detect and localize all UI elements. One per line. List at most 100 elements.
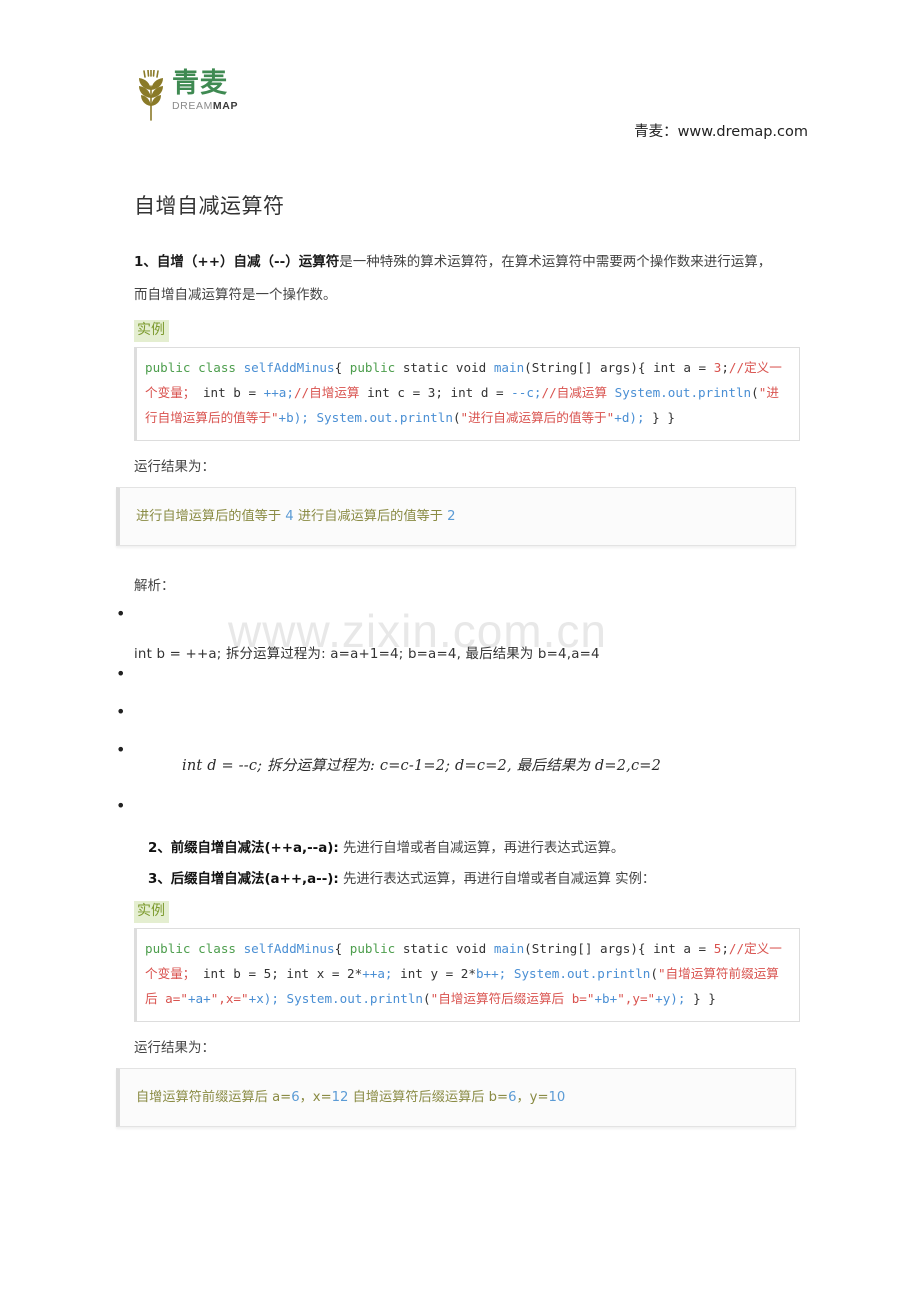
logo-en-light: DREAM bbox=[172, 100, 213, 113]
code-token: ",y=" bbox=[617, 991, 656, 1007]
section-2-rest: 先进行自增或者自减运算，再进行表达式运算。 bbox=[338, 840, 625, 856]
section-3-paragraph: 3、后缀自增自减法(a++,a--): 先进行表达式运算，再进行自增或者自减运算… bbox=[134, 865, 800, 896]
brand-logo: 青麦 DREAMMAP bbox=[134, 68, 238, 122]
code-token: public bbox=[145, 359, 199, 375]
result2-num2: 12 bbox=[331, 1090, 349, 1106]
result2-seg2: ，x= bbox=[299, 1090, 332, 1106]
code-token: +b+ bbox=[594, 991, 618, 1007]
code-token: void bbox=[455, 941, 494, 957]
intro-paragraph: 1、自增（++）自减（--）运算符是一种特殊的算术运算符，在算术运算符中需要两个… bbox=[134, 248, 800, 277]
code-token: --c; bbox=[511, 384, 542, 400]
code-token: ( bbox=[452, 409, 461, 425]
code-token: "自增运算符后缀运算后 b=" bbox=[430, 991, 595, 1007]
code-token: ++a; bbox=[263, 384, 294, 400]
result-box-1: 进行自增运算后的值等于 4 进行自减运算后的值等于 2 bbox=[116, 486, 796, 546]
code-token: } } bbox=[652, 409, 675, 425]
code-token: public bbox=[145, 941, 199, 957]
code-token: +b); bbox=[278, 409, 317, 425]
code-token: public bbox=[349, 359, 403, 375]
logo-english-text: DREAMMAP bbox=[172, 101, 238, 112]
code-token: main bbox=[493, 359, 525, 375]
code-token: System.out.println bbox=[513, 966, 651, 982]
code-token: void bbox=[455, 359, 494, 375]
code-token: class bbox=[198, 359, 244, 375]
logo-chinese-text: 青麦 bbox=[172, 68, 228, 99]
code-token: +x); bbox=[248, 991, 287, 1007]
result1-num2: 2 bbox=[447, 508, 456, 524]
example-tag-wrap-1: 实例 bbox=[134, 314, 800, 347]
code-token: selfAddMinus bbox=[243, 359, 335, 375]
wheat-icon bbox=[139, 70, 163, 121]
result2-seg3: 自增运算符后缀运算后 b= bbox=[348, 1090, 509, 1106]
code-token: //自增运算 bbox=[293, 384, 360, 400]
result2-num4: 10 bbox=[548, 1090, 566, 1106]
analysis-label: 解析： bbox=[134, 577, 175, 594]
section-3-rest: 先进行表达式运算，再进行自增或者自减运算 实例： bbox=[338, 871, 656, 887]
intro-rest-text: 是一种特殊的算术运算符，在算术运算符中需要两个操作数来进行运算， bbox=[339, 254, 772, 270]
code-token: int b = bbox=[195, 384, 264, 400]
section-2-paragraph: 2、前缀自增自减法(++a,--a): 先进行自增或者自减运算，再进行表达式运算… bbox=[134, 834, 800, 865]
code-token: { bbox=[334, 941, 350, 957]
code-token: "进行自减运算后的值等于" bbox=[460, 409, 615, 425]
document-body: 自增自减运算符 1、自增（++）自减（--）运算符是一种特殊的算术运算符，在算术… bbox=[0, 190, 920, 1128]
code-token: +y); bbox=[655, 991, 694, 1007]
code-token: main bbox=[493, 941, 525, 957]
code-token: ",x=" bbox=[210, 991, 249, 1007]
code-token: (String[] args){ int a = bbox=[524, 941, 714, 957]
result2-num1: 6 bbox=[291, 1090, 300, 1106]
result-box-2: 自增运算符前缀运算后 a=6，x=12 自增运算符后缀运算后 b=6，y=10 bbox=[116, 1068, 796, 1128]
code-token: ; bbox=[721, 941, 729, 957]
code-token: static bbox=[402, 941, 456, 957]
code-token: public bbox=[349, 941, 403, 957]
page-title: 自增自减运算符 bbox=[134, 194, 285, 218]
analysis-bullet-1: int b = ++a; 拆分运算过程为: a=a+1=4; b=a=4, 最后… bbox=[134, 646, 600, 662]
code-token: +a+ bbox=[187, 991, 211, 1007]
result2-seg1: 自增运算符前缀运算后 a= bbox=[136, 1090, 292, 1106]
code-token: ( bbox=[423, 991, 431, 1007]
analysis-bullet-list: int b = ++a; 拆分运算过程为: a=a+1=4; b=a=4, 最后… bbox=[116, 604, 800, 834]
result1-num1: 4 bbox=[285, 508, 294, 524]
result1-seg1: 进行自增运算后的值等于 bbox=[136, 508, 286, 524]
result2-seg4: ，y= bbox=[516, 1090, 549, 1106]
code-token: //自减运算 bbox=[541, 384, 608, 400]
logo-en-bold: MAP bbox=[212, 100, 239, 113]
list-item bbox=[116, 796, 800, 834]
code-token: System.out.println bbox=[286, 991, 424, 1007]
intro-bold-lead: 1、自增（++）自减（--）运算符 bbox=[134, 254, 340, 270]
code-token: selfAddMinus bbox=[243, 941, 335, 957]
analysis-bullet-2: int d = --c; 拆分运算过程为: c=c-1=2; d=c=2, 最后… bbox=[182, 757, 662, 774]
list-item bbox=[116, 702, 800, 740]
site-url-label[interactable]: 青麦：www.dremap.com bbox=[634, 120, 808, 141]
code-block-1[interactable]: public class selfAddMinus{ public static… bbox=[134, 346, 800, 441]
document-page: 青麦 DREAMMAP 青麦：www.dremap.com www.zixin.… bbox=[0, 0, 920, 1302]
code-token: ++a; bbox=[362, 966, 393, 982]
list-item: int b = ++a; 拆分运算过程为: a=a+1=4; b=a=4, 最后… bbox=[116, 604, 800, 664]
code-token: ( bbox=[650, 966, 658, 982]
code-token: b++; bbox=[475, 966, 507, 982]
code-token: int c = 3; int d = bbox=[359, 384, 512, 400]
code-token: ; bbox=[721, 359, 729, 375]
code-token: { bbox=[334, 359, 350, 375]
intro-paragraph-line2: 而自增自减运算符是一个操作数。 bbox=[134, 287, 337, 304]
example-tag-wrap-2: 实例 bbox=[134, 895, 800, 928]
code-token: static bbox=[402, 359, 456, 375]
page-header: 青麦 DREAMMAP 青麦：www.dremap.com bbox=[0, 0, 920, 150]
code-token: (String[] args){ int a = bbox=[524, 359, 714, 375]
section-3-bold: 3、后缀自增自减法(a++,a--): bbox=[148, 871, 339, 887]
list-item: int d = --c; 拆分运算过程为: c=c-1=2; d=c=2, 最后… bbox=[116, 740, 800, 796]
section-2-bold: 2、前缀自增自减法(++a,--a): bbox=[148, 840, 339, 856]
result-label-1: 运行结果为： bbox=[134, 458, 215, 475]
code-token: +d); bbox=[614, 409, 653, 425]
code-token: System.out.println bbox=[614, 384, 752, 400]
example-label-2: 实例 bbox=[134, 901, 169, 924]
list-item bbox=[116, 664, 800, 702]
result2-num3: 6 bbox=[508, 1090, 517, 1106]
code-block-2[interactable]: public class selfAddMinus{ public static… bbox=[134, 928, 800, 1023]
code-token: int b = 5; int x = 2* bbox=[195, 966, 363, 982]
code-token: class bbox=[198, 941, 244, 957]
result1-seg2: 进行自减运算后的值等于 bbox=[293, 508, 448, 524]
code-token: System.out.println bbox=[316, 409, 453, 425]
code-token: } } bbox=[693, 991, 716, 1007]
